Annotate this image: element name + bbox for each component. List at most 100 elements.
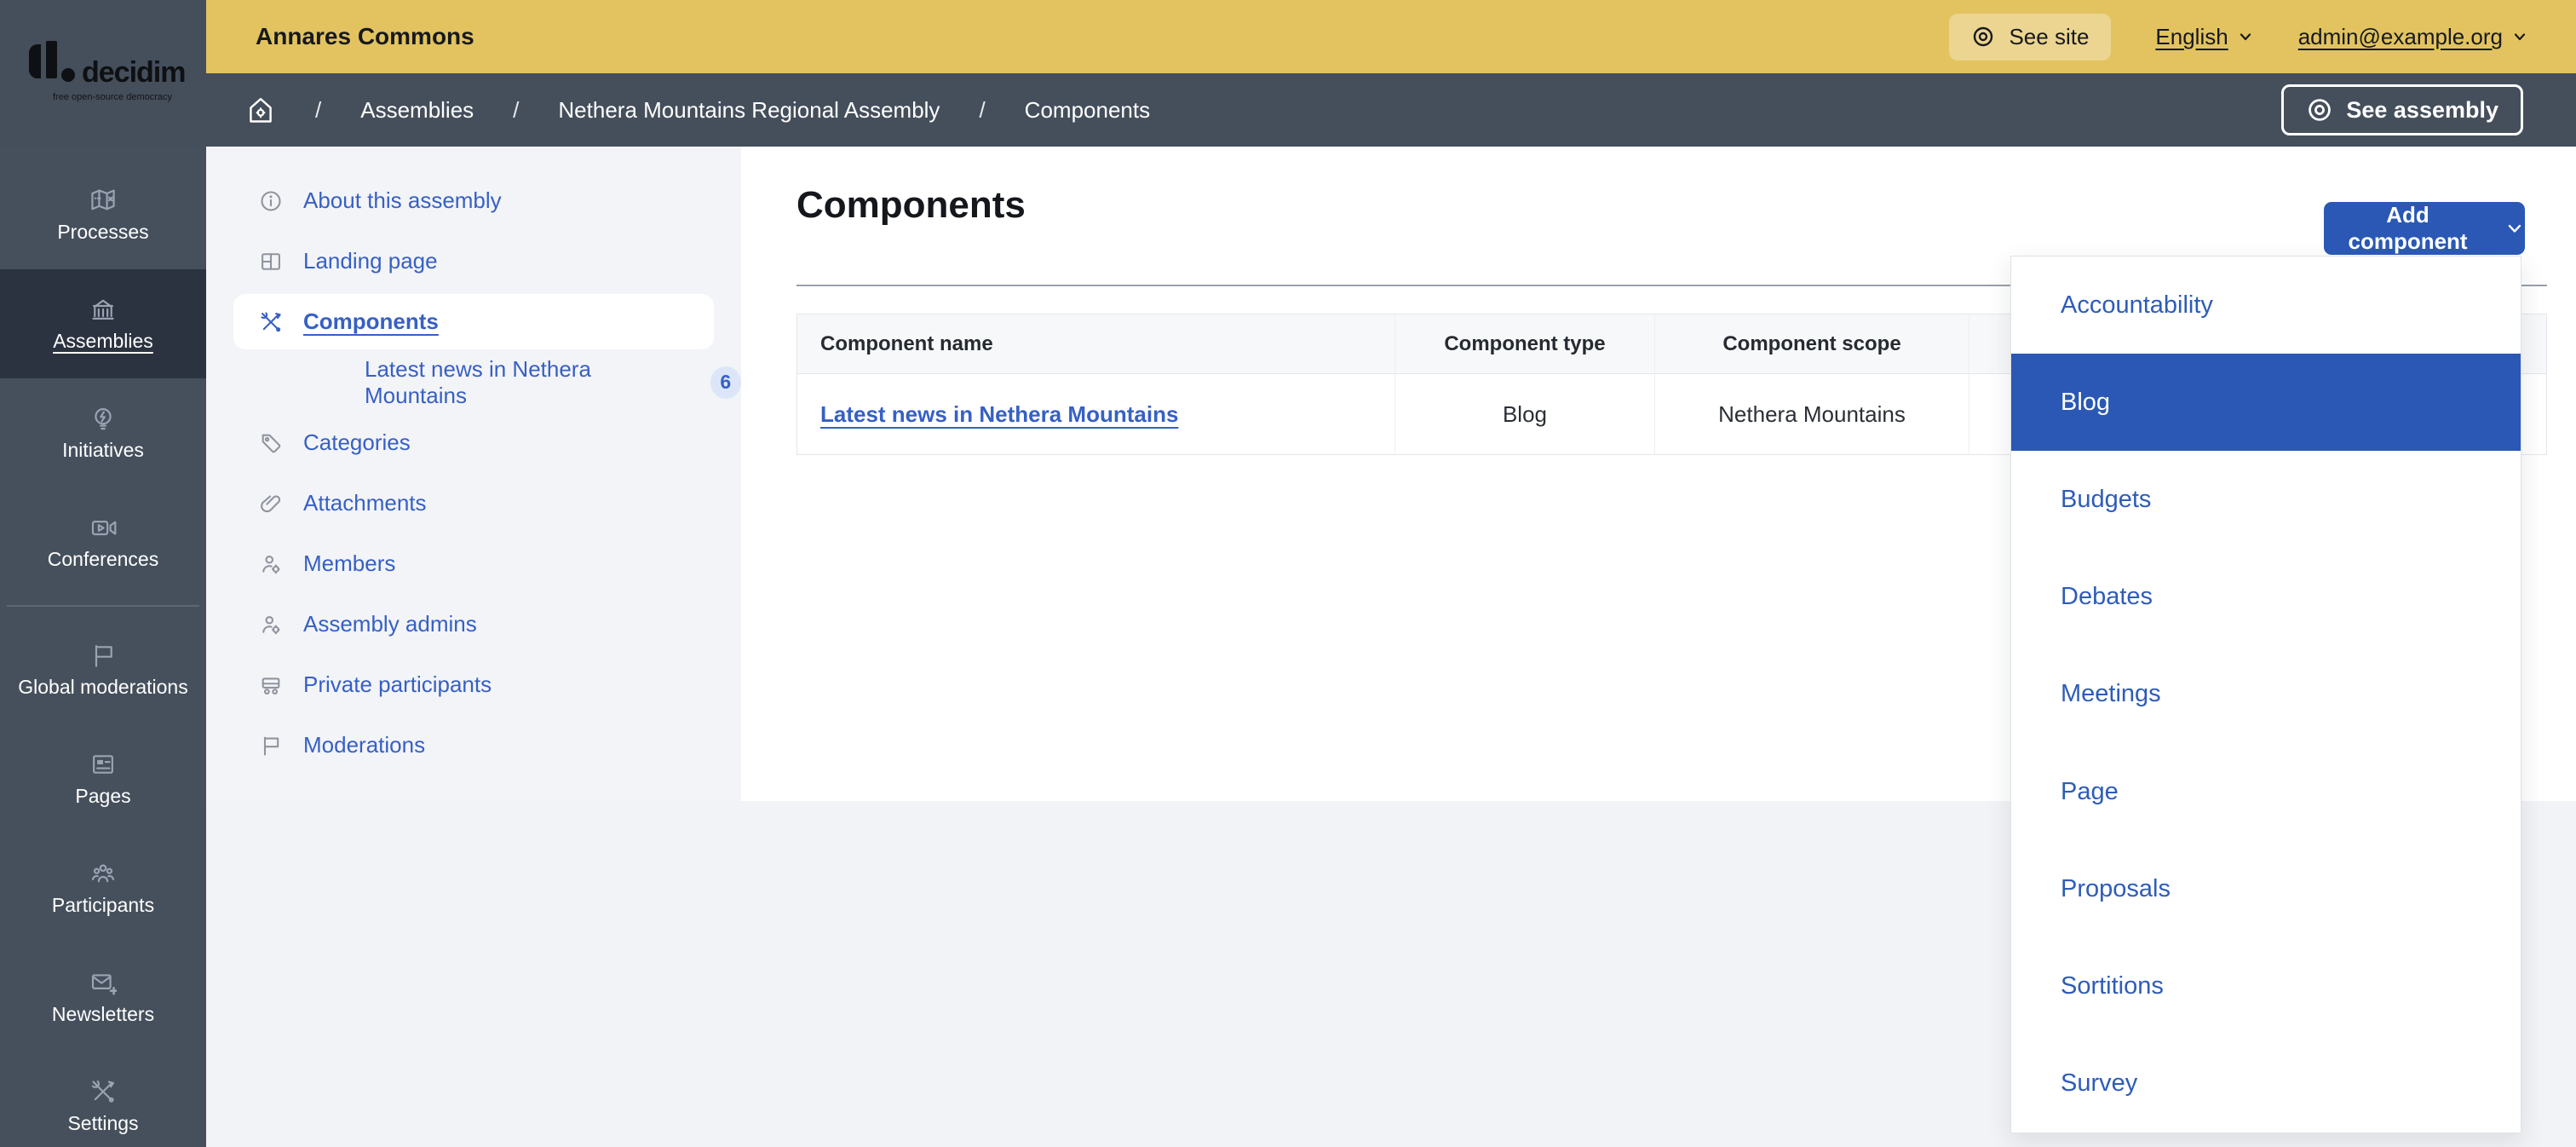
dropdown-item-sortitions[interactable]: Sortitions [2011, 938, 2521, 1035]
user-gear-icon [259, 613, 283, 637]
sidebar-item-pages[interactable]: Pages [0, 724, 206, 833]
top-bar-actions: See site English admin@example.org [1949, 0, 2528, 73]
sidebar-item-conferences[interactable]: Conferences [0, 487, 206, 597]
chevron-down-icon [2511, 28, 2528, 45]
column-header-name: Component name [797, 314, 1394, 373]
page-title: Components [796, 184, 1026, 227]
assembly-subnav: About this assembly Landing page Compone… [206, 147, 741, 801]
account-label: admin@example.org [2298, 24, 2503, 50]
people-icon [89, 860, 117, 887]
sidebar-item-processes[interactable]: Processes [0, 160, 206, 269]
article-icon [89, 751, 117, 778]
sidebar-item-label: Processes [57, 222, 148, 243]
dropdown-item-debates[interactable]: Debates [2011, 549, 2521, 646]
id-card-icon [259, 673, 283, 697]
sidebar-item-newsletters[interactable]: Newsletters [0, 942, 206, 1052]
component-name-cell: Latest news in Nethera Mountains [797, 374, 1394, 454]
home-icon[interactable] [245, 95, 276, 125]
sidebar-item-initiatives[interactable]: Initiatives [0, 378, 206, 487]
bank-icon [89, 296, 117, 323]
tag-icon [259, 431, 283, 455]
subnav-item-label: Attachments [303, 490, 427, 516]
breadcrumb-separator: / [513, 97, 519, 124]
language-selector[interactable]: English [2155, 24, 2253, 50]
subnav-item-private-participants[interactable]: Private participants [206, 654, 741, 715]
decidim-logo[interactable]: decidim free open-source democracy [0, 0, 206, 147]
language-label: English [2155, 24, 2228, 50]
breadcrumb-separator: / [979, 97, 985, 124]
chevron-down-icon [2237, 28, 2254, 45]
breadcrumb-components[interactable]: Components [1025, 97, 1150, 124]
sidebar-divider [7, 605, 199, 607]
subnav-item-landing-page[interactable]: Landing page [206, 231, 741, 291]
sidebar-item-label: Assemblies [53, 331, 153, 352]
see-site-label: See site [2009, 24, 2089, 50]
breadcrumb: / Assemblies / Nethera Mountains Regiona… [245, 73, 1150, 147]
sidebar-item-label: Initiatives [62, 440, 144, 461]
dropdown-item-page[interactable]: Page [2011, 743, 2521, 840]
see-site-button[interactable]: See site [1949, 14, 2111, 61]
sidebar-item-label: Settings [67, 1113, 138, 1134]
organization-name: Annares Commons [256, 0, 474, 73]
see-assembly-label: See assembly [2346, 97, 2498, 124]
column-header-type: Component type [1394, 314, 1654, 373]
sidebar-item-participants[interactable]: Participants [0, 833, 206, 942]
add-component-button[interactable]: Add component [2324, 202, 2525, 255]
eye-icon [1971, 25, 1995, 49]
decidim-tagline: free open-source democracy [53, 92, 172, 102]
eye-icon [2306, 96, 2333, 124]
sidebar-item-settings[interactable]: Settings [0, 1052, 206, 1147]
chevron-down-icon [2504, 218, 2525, 239]
subnav-item-categories[interactable]: Categories [206, 412, 741, 473]
dropdown-item-proposals[interactable]: Proposals [2011, 840, 2521, 937]
subnav-item-label: Private participants [303, 671, 492, 698]
subnav-item-about[interactable]: About this assembly [206, 170, 741, 231]
component-link[interactable]: Latest news in Nethera Mountains [820, 401, 1178, 428]
subnav-item-label: Landing page [303, 248, 438, 274]
user-gear-icon [259, 552, 283, 576]
tools-icon [89, 1078, 117, 1105]
dropdown-item-meetings[interactable]: Meetings [2011, 646, 2521, 743]
subnav-item-latest-news[interactable]: Latest news in Nethera Mountains 6 [206, 352, 741, 412]
subnav-item-moderations[interactable]: Moderations [206, 715, 741, 775]
subnav-child-label: Latest news in Nethera Mountains [365, 356, 687, 409]
sidebar-item-assemblies[interactable]: Assemblies [0, 269, 206, 378]
dropdown-item-blog[interactable]: Blog [2011, 354, 2521, 451]
paperclip-icon [259, 492, 283, 516]
see-assembly-button[interactable]: See assembly [2281, 84, 2523, 135]
sidebar-item-label: Global moderations [18, 677, 187, 698]
sidebar-item-label: Participants [52, 895, 154, 916]
column-header-scope: Component scope [1654, 314, 1969, 373]
sidebar-item-global-moderations[interactable]: Global moderations [0, 615, 206, 724]
sidebar-item-label: Pages [75, 786, 130, 807]
decidim-wordmark: decidim [82, 56, 185, 89]
subnav-item-assembly-admins[interactable]: Assembly admins [206, 594, 741, 654]
sidebar-item-label: Newsletters [52, 1004, 154, 1025]
flag-icon [259, 734, 283, 758]
info-icon [259, 189, 283, 213]
sidebar-item-label: Conferences [48, 549, 158, 570]
decidim-logo-mark [27, 41, 78, 89]
breadcrumb-assembly-name[interactable]: Nethera Mountains Regional Assembly [558, 97, 940, 124]
dropdown-item-budgets[interactable]: Budgets [2011, 451, 2521, 548]
subnav-item-label: Components [303, 308, 439, 335]
subnav-item-attachments[interactable]: Attachments [206, 473, 741, 533]
account-menu[interactable]: admin@example.org [2298, 24, 2528, 50]
dropdown-item-survey[interactable]: Survey [2011, 1035, 2521, 1133]
decidim-admin-app: Annares Commons See site English admin@e… [0, 0, 2576, 1147]
breadcrumb-assemblies[interactable]: Assemblies [360, 97, 474, 124]
mail-plus-icon [89, 969, 117, 996]
subnav-item-components[interactable]: Components [233, 294, 714, 349]
component-type-cell: Blog [1394, 374, 1654, 454]
subnav-item-label: Members [303, 550, 395, 577]
video-camera-icon [89, 514, 117, 541]
lightbulb-icon [89, 405, 117, 432]
add-component-dropdown: Accountability Blog Budgets Debates Meet… [2010, 256, 2521, 1133]
top-bar: Annares Commons See site English admin@e… [0, 0, 2576, 73]
dropdown-item-accountability[interactable]: Accountability [2011, 256, 2521, 354]
map-icon [89, 187, 117, 214]
subnav-item-members[interactable]: Members [206, 533, 741, 594]
subnav-item-label: Moderations [303, 732, 425, 758]
subnav-item-label: Assembly admins [303, 611, 477, 637]
subnav-item-label: About this assembly [303, 187, 502, 214]
